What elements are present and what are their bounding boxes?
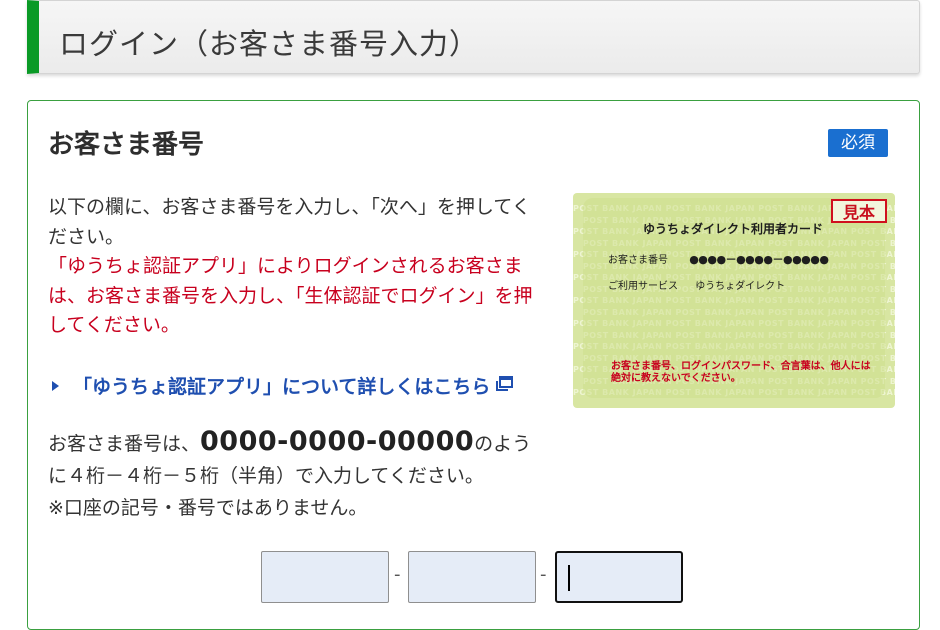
sample-card-number-value: ●●●●－●●●●－●●●●● xyxy=(689,253,829,266)
format-prefix: お客さま番号は、 xyxy=(48,433,201,455)
sample-card-service-label: ご利用サービス xyxy=(608,281,678,292)
format-example: 0000-0000-00000 xyxy=(200,426,475,457)
customer-number-input-3[interactable] xyxy=(555,551,683,603)
app-login-instruction: 「ゆうちょ認証アプリ」によりログインされるお客さまは、お客さま番号を入力し、「生… xyxy=(48,255,533,336)
external-window-icon xyxy=(494,375,514,397)
format-note: お客さま番号は、0000-0000-00000のように４桁－４桁－５桁（半角）で… xyxy=(48,426,548,524)
sample-card-name: ゆうちょダイレクト利用者カード xyxy=(643,222,824,236)
required-badge: 必須 xyxy=(828,129,888,157)
instruction-text: 以下の欄に、お客さま番号を入力し、「次へ」を押してください。 xyxy=(48,196,531,248)
sample-card-warning: お客さま番号、ログインパスワード、合言葉は、他人には絶対に教えないでください。 xyxy=(611,361,871,384)
customer-number-card: お客さま番号 必須 以下の欄に、お客さま番号を入力し、「次へ」を押してください。… xyxy=(27,100,920,630)
section-title: お客さま番号 xyxy=(48,130,205,160)
sample-stamp: 見本 xyxy=(831,199,887,223)
sample-card-row-number: お客さま番号 ●●●●－●●●●－●●●●● xyxy=(608,251,829,267)
sample-card-number-label: お客さま番号 xyxy=(608,255,668,266)
link-arrow-icon xyxy=(52,380,59,391)
page-title: ログイン（お客さま番号入力） xyxy=(59,27,480,61)
instructions: 以下の欄に、お客さま番号を入力し、「次へ」を押してください。 「ゆうちょ認証アプ… xyxy=(48,193,538,341)
customer-number-input-2[interactable] xyxy=(408,551,536,603)
customer-number-input-1[interactable] xyxy=(261,551,389,603)
sample-card-service-value: ゆうちょダイレクト xyxy=(695,281,786,292)
text-caret xyxy=(568,565,570,591)
format-caution: ※口座の記号・番号ではありません。 xyxy=(48,497,368,519)
sample-card-row-service: ご利用サービス ゆうちょダイレクト xyxy=(608,277,785,292)
app-info-link-label: 「ゆうちょ認証アプリ」について詳しくはこちら xyxy=(73,376,491,398)
separator-2: - xyxy=(540,564,547,585)
sample-card-image: POST BANK JAPAN POST BANK JAPAN POST BAN… xyxy=(573,193,895,408)
separator-1: - xyxy=(394,564,401,585)
app-info-link[interactable]: 「ゆうちょ認証アプリ」について詳しくはこちら xyxy=(52,372,514,399)
page-header: ログイン（お客さま番号入力） xyxy=(27,0,920,74)
